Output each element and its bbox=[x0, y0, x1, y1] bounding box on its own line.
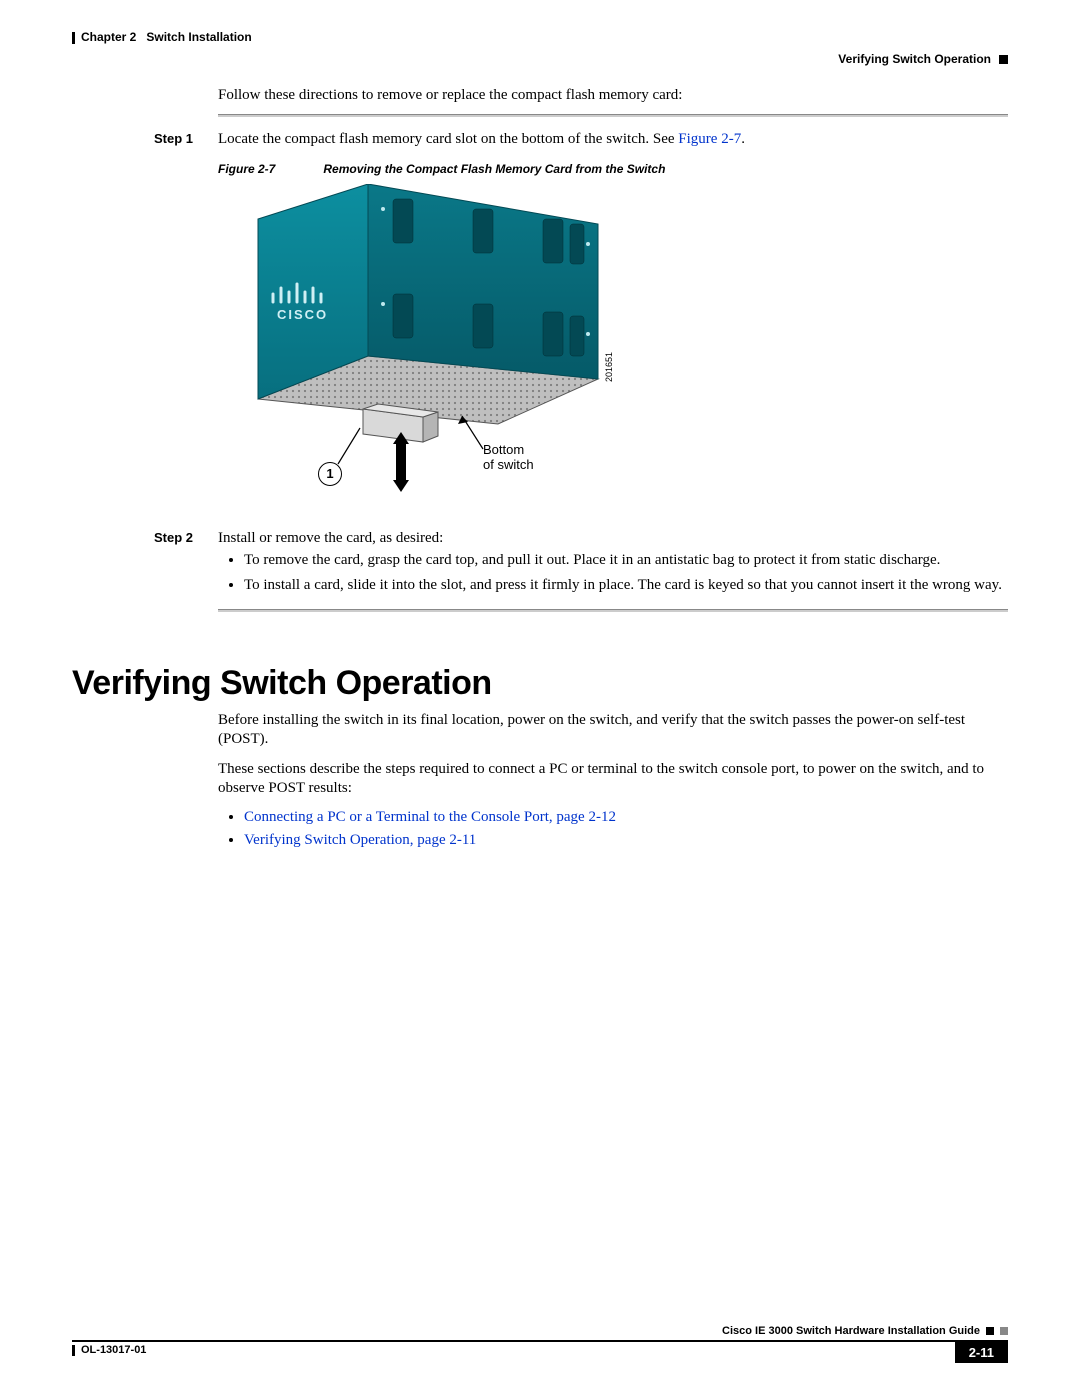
divider bbox=[218, 114, 1008, 117]
bottom-of-switch-label: Bottom of switch bbox=[483, 442, 534, 472]
section-heading: Verifying Switch Operation bbox=[72, 664, 1008, 703]
step-2: Step 2 Install or remove the card, as de… bbox=[72, 530, 1008, 601]
step-2-bullet-1: To remove the card, grasp the card top, … bbox=[244, 551, 1008, 570]
page-header: Chapter 2 Switch Installation Verifying … bbox=[72, 30, 1008, 67]
figure-caption: Removing the Compact Flash Memory Card f… bbox=[323, 162, 665, 176]
figure-link[interactable]: Figure 2-7 bbox=[678, 131, 741, 147]
callout-1: 1 bbox=[318, 462, 342, 486]
footer-marker-icon bbox=[986, 1327, 994, 1335]
footer-guide-title: Cisco IE 3000 Switch Hardware Installati… bbox=[722, 1325, 980, 1337]
header-bar-icon bbox=[72, 32, 75, 44]
figure-2-7: CISCO 1 bbox=[218, 184, 638, 514]
page-number: 2-11 bbox=[955, 1342, 1008, 1363]
section-body: Before installing the switch in its fina… bbox=[218, 711, 1008, 849]
step-2-label: Step 2 bbox=[72, 530, 218, 601]
toc-link-2[interactable]: Verifying Switch Operation, page 2-11 bbox=[244, 832, 476, 848]
step-1-after: . bbox=[741, 131, 745, 147]
step-1: Step 1 Locate the compact flash memory c… bbox=[72, 131, 1008, 148]
figure-code: 201651 bbox=[604, 352, 614, 382]
figure-caption-row: Figure 2-7 Removing the Compact Flash Me… bbox=[218, 162, 1008, 176]
section-p2: These sections describe the steps requir… bbox=[218, 760, 1008, 799]
step-1-text: Locate the compact flash memory card slo… bbox=[218, 131, 678, 147]
section-p1: Before installing the switch in its fina… bbox=[218, 711, 1008, 750]
page-footer: Cisco IE 3000 Switch Hardware Installati… bbox=[72, 1325, 1008, 1363]
step-2-text: Install or remove the card, as desired: bbox=[218, 530, 443, 546]
footer-marker-icon bbox=[1000, 1327, 1008, 1335]
footer-bar-icon bbox=[72, 1345, 75, 1356]
footer-rule bbox=[72, 1340, 1008, 1342]
footer-docnum: OL-13017-01 bbox=[81, 1344, 146, 1356]
chapter-title: Switch Installation bbox=[146, 30, 251, 46]
header-marker-icon bbox=[999, 55, 1008, 64]
header-section: Verifying Switch Operation bbox=[838, 52, 991, 68]
figure-ref: Figure 2-7 bbox=[218, 162, 275, 176]
intro-text: Follow these directions to remove or rep… bbox=[218, 87, 1008, 104]
toc-link-1[interactable]: Connecting a PC or a Terminal to the Con… bbox=[244, 809, 616, 825]
svg-text:CISCO: CISCO bbox=[277, 307, 328, 322]
chapter-number: Chapter 2 bbox=[81, 30, 136, 46]
divider bbox=[218, 609, 1008, 612]
step-1-label: Step 1 bbox=[72, 131, 218, 148]
step-2-bullet-2: To install a card, slide it into the slo… bbox=[244, 576, 1008, 595]
